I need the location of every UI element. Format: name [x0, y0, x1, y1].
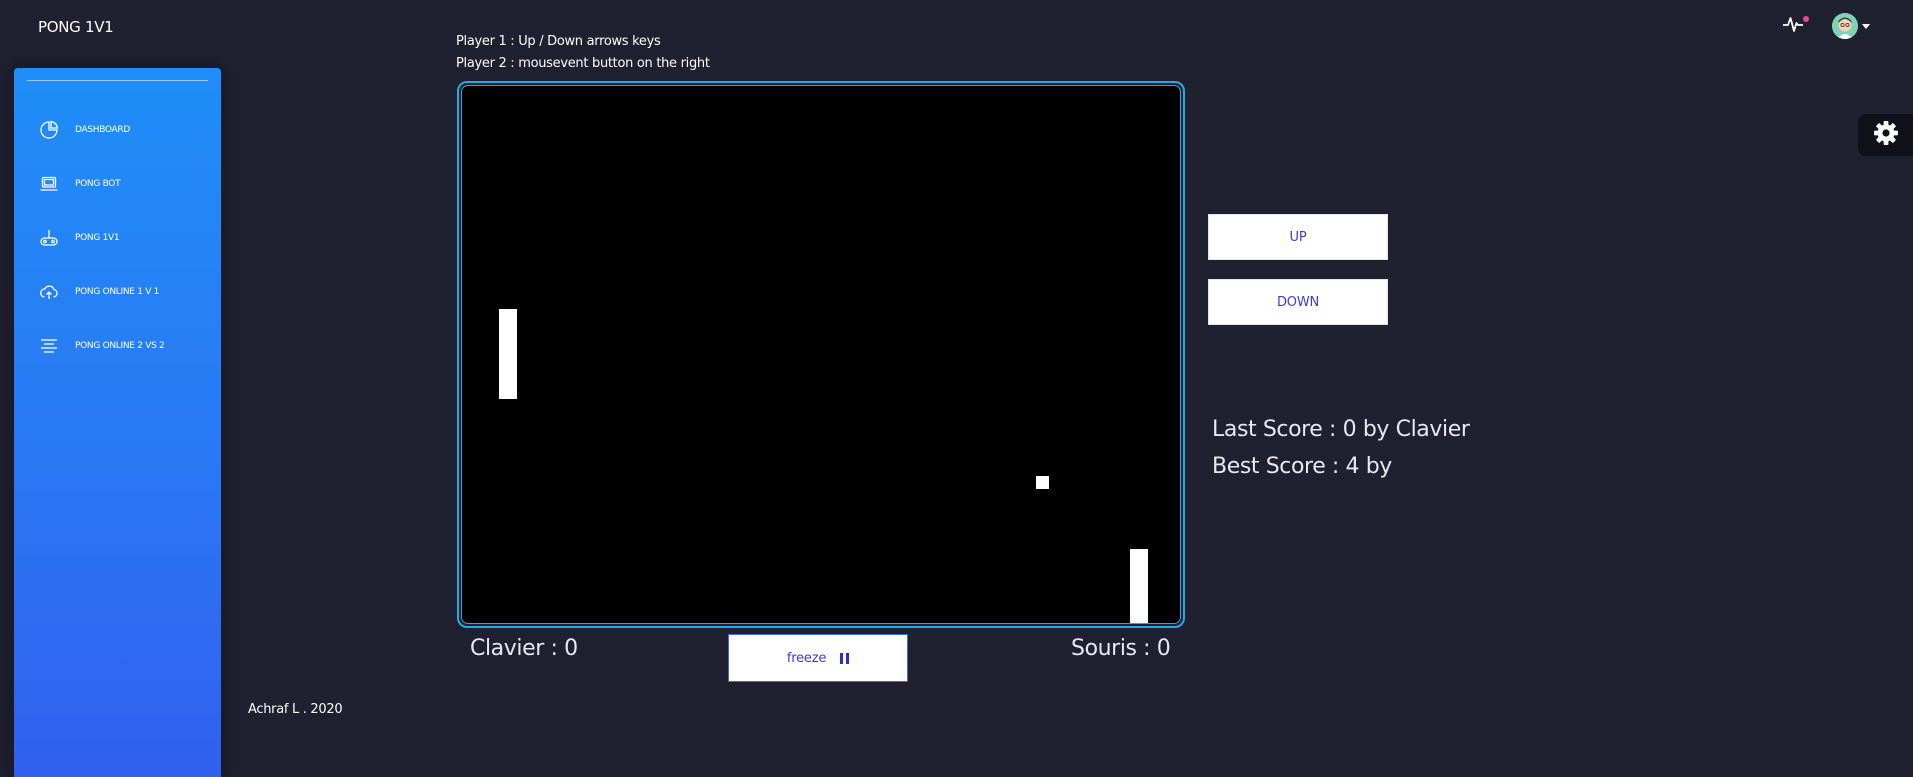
sidebar-item-label: DASHBOARD: [75, 125, 130, 135]
right-paddle: [1130, 549, 1148, 623]
sidebar-divider: [27, 80, 208, 81]
player2-instructions: Player 2 : mousevent button on the right: [456, 56, 710, 71]
laptop-icon: [39, 174, 59, 194]
sidebar-item-pong-bot[interactable]: PONG BOT: [14, 164, 221, 204]
app-brand: PONG 1V1: [38, 18, 114, 36]
pie-chart-icon: [39, 120, 59, 140]
left-paddle: [499, 309, 517, 399]
freeze-label: freeze: [786, 650, 827, 666]
left-player-score: Clavier : 0: [470, 636, 578, 661]
down-label: DOWN: [1276, 294, 1320, 310]
notification-dot: [1803, 16, 1809, 22]
sidebar-item-label: PONG 1V1: [75, 233, 120, 243]
sidebar: DASHBOARD PONG BOT PONG 1V1 PONG ONLINE …: [14, 68, 221, 777]
sidebar-item-label: PONG BOT: [75, 179, 121, 189]
up-button[interactable]: UP: [1208, 214, 1388, 260]
best-score: Best Score : 4 by: [1212, 454, 1392, 479]
settings-tab[interactable]: [1858, 114, 1913, 156]
sidebar-item-pong-1v1[interactable]: PONG 1V1: [14, 218, 221, 258]
last-score: Last Score : 0 by Clavier: [1212, 417, 1470, 442]
app-page: PONG 1V1 DASHBOARD PONG BOT PONG 1V1 PON…: [0, 0, 1913, 777]
user-avatar-icon[interactable]: [1832, 13, 1858, 39]
footer-credit: Achraf L . 2020: [248, 702, 343, 717]
sidebar-item-label: PONG ONLINE 1 V 1: [75, 287, 160, 297]
sidebar-item-label: PONG ONLINE 2 VS 2: [75, 341, 165, 351]
gamepad-icon: [39, 228, 59, 248]
activity-pulse-icon[interactable]: [1782, 13, 1804, 35]
right-player-score: Souris : 0: [1071, 636, 1171, 661]
sidebar-item-pong-online-2vs2[interactable]: PONG ONLINE 2 VS 2: [14, 326, 221, 366]
player1-instructions: Player 1 : Up / Down arrows keys: [456, 34, 661, 49]
sidebar-item-dashboard[interactable]: DASHBOARD: [14, 110, 221, 150]
sidebar-item-pong-online-1v1[interactable]: PONG ONLINE 1 V 1: [14, 272, 221, 312]
chevron-down-icon[interactable]: [1862, 24, 1870, 29]
game-board[interactable]: [461, 85, 1181, 624]
down-button[interactable]: DOWN: [1208, 279, 1388, 325]
ball: [1036, 476, 1049, 489]
freeze-button[interactable]: freeze: [728, 634, 908, 682]
pause-icon: [840, 652, 850, 664]
gear-icon: [1873, 120, 1899, 150]
align-center-icon: [39, 336, 59, 356]
up-label: UP: [1289, 229, 1307, 245]
cloud-upload-icon: [39, 282, 59, 302]
